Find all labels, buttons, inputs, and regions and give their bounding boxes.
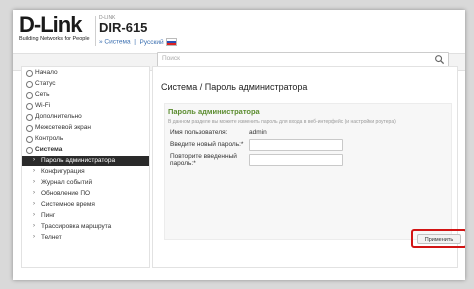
apply-button[interactable]: Применить bbox=[417, 234, 461, 244]
sidebar-item-label: Wi-Fi bbox=[35, 102, 51, 109]
logo-text: D-Link bbox=[19, 12, 82, 37]
russia-flag-icon bbox=[165, 38, 177, 46]
sidebar-item-label: Конфигурация bbox=[41, 168, 85, 175]
sidebar-item-firewall[interactable]: Межсетевой экран bbox=[22, 123, 149, 133]
chevron-right-icon: › bbox=[33, 201, 35, 207]
chevron-right-icon: › bbox=[33, 168, 35, 174]
confirm-label-line1: Повторите введенный bbox=[170, 153, 237, 160]
search-placeholder: Поиск bbox=[162, 55, 181, 62]
sidebar-item-status[interactable]: Статус bbox=[22, 79, 149, 89]
circle-bullet-icon bbox=[26, 81, 33, 88]
sidebar-item-label: Системное время bbox=[41, 201, 95, 208]
sidebar-subitem-configuration[interactable]: › Конфигурация bbox=[22, 167, 149, 177]
sidebar-subitem-system-time[interactable]: › Системное время bbox=[22, 200, 149, 210]
chevron-right-icon: › bbox=[33, 179, 35, 185]
chevron-right-icon: › bbox=[33, 157, 35, 163]
section-title: Пароль администратора bbox=[168, 107, 260, 116]
circle-bullet-icon bbox=[26, 147, 33, 154]
sidebar-item-label: Обновление ПО bbox=[41, 190, 91, 197]
password-form: Пароль администратора В данном разделе в… bbox=[164, 103, 452, 240]
apply-highlight: Применить bbox=[411, 229, 465, 248]
sidebar-item-network[interactable]: Сеть bbox=[22, 90, 149, 100]
sidebar-item-wifi[interactable]: Wi-Fi bbox=[22, 101, 149, 111]
chevron-right-icon: › bbox=[33, 212, 35, 218]
chevron-right-icon: › bbox=[33, 223, 35, 229]
new-password-label: Введите новый пароль:* bbox=[170, 141, 244, 148]
sidebar-item-label: Пинг bbox=[41, 212, 56, 219]
sidebar: Начало Статус Сеть Wi-Fi Дополнительно М… bbox=[21, 66, 150, 268]
circle-bullet-icon bbox=[26, 136, 33, 143]
confirm-password-label: Повторите введенный пароль:* bbox=[170, 153, 237, 167]
section-description: В данном разделе вы можете изменить паро… bbox=[168, 119, 396, 125]
sidebar-item-label: Статус bbox=[35, 80, 56, 87]
sidebar-item-label: Межсетевой экран bbox=[35, 124, 91, 131]
sidebar-item-label: Трассировка маршрута bbox=[41, 223, 112, 230]
link-language[interactable]: Русский bbox=[140, 38, 177, 46]
breadcrumb: Система / Пароль администратора bbox=[161, 82, 308, 92]
username-value: admin bbox=[249, 129, 267, 136]
confirm-label-line2: пароль:* bbox=[170, 160, 196, 167]
confirm-password-field[interactable] bbox=[249, 154, 343, 166]
sidebar-subitem-event-log[interactable]: › Журнал событий bbox=[22, 178, 149, 188]
sidebar-subitem-ping[interactable]: › Пинг bbox=[22, 211, 149, 221]
link-system[interactable]: » Система bbox=[99, 39, 131, 46]
sidebar-subitem-firmware-update[interactable]: › Обновление ПО bbox=[22, 189, 149, 199]
sidebar-item-label: Контроль bbox=[35, 135, 64, 142]
search-icon[interactable] bbox=[434, 54, 445, 65]
sidebar-subitem-telnet[interactable]: › Телнет bbox=[22, 233, 149, 243]
model-name: DIR-615 bbox=[99, 20, 148, 35]
username-label: Имя пользователя: bbox=[170, 129, 228, 136]
header-links: » Система | Русский bbox=[99, 38, 177, 46]
sidebar-item-label: Телнет bbox=[41, 234, 62, 241]
sidebar-item-label: Система bbox=[35, 146, 63, 153]
sidebar-item-control[interactable]: Контроль bbox=[22, 134, 149, 144]
logo[interactable]: D-Link Building Networks for People bbox=[19, 12, 90, 43]
sidebar-item-start[interactable]: Начало bbox=[22, 68, 149, 78]
logo-tagline: Building Networks for People bbox=[19, 36, 90, 42]
new-password-field[interactable] bbox=[249, 139, 343, 151]
circle-bullet-icon bbox=[26, 92, 33, 99]
sidebar-item-label: Начало bbox=[35, 69, 58, 76]
chevron-right-icon: › bbox=[33, 234, 35, 240]
sidebar-item-label: Сеть bbox=[35, 91, 50, 98]
circle-bullet-icon bbox=[26, 103, 33, 110]
sidebar-item-label: Журнал событий bbox=[41, 179, 93, 186]
sidebar-item-label: Пароль администратора bbox=[41, 157, 116, 164]
router-admin-window: D-Link Building Networks for People D-LI… bbox=[13, 10, 465, 280]
circle-bullet-icon bbox=[26, 125, 33, 132]
circle-bullet-icon bbox=[26, 70, 33, 77]
header: D-Link Building Networks for People D-LI… bbox=[13, 10, 465, 52]
chevron-right-icon: › bbox=[33, 190, 35, 196]
sidebar-item-system[interactable]: Система bbox=[22, 145, 149, 155]
sidebar-item-advanced[interactable]: Дополнительно bbox=[22, 112, 149, 122]
header-divider bbox=[95, 16, 96, 46]
sidebar-subitem-traceroute[interactable]: › Трассировка маршрута bbox=[22, 222, 149, 232]
sidebar-subitem-admin-password[interactable]: › Пароль администратора bbox=[22, 156, 149, 166]
circle-bullet-icon bbox=[26, 114, 33, 121]
sidebar-item-label: Дополнительно bbox=[35, 113, 82, 120]
